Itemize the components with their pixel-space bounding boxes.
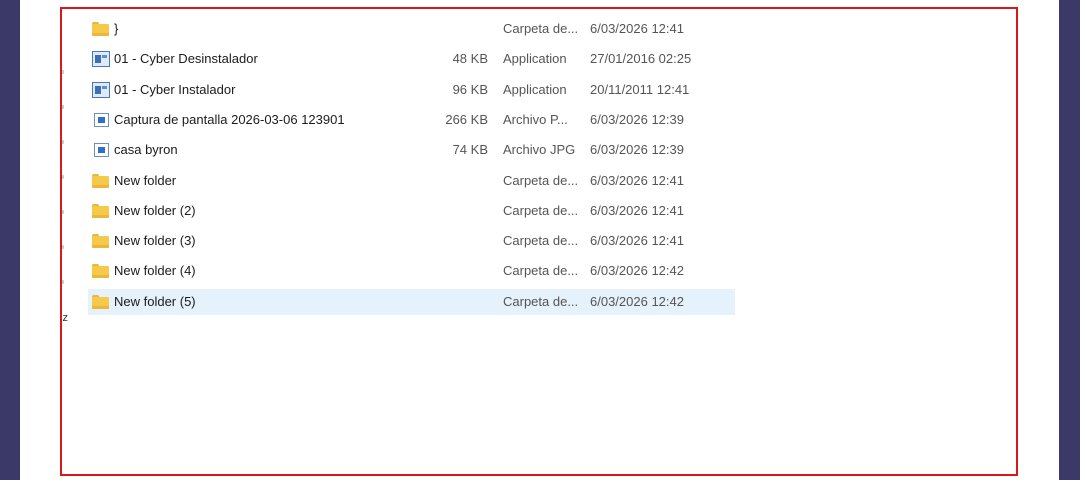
navigation-pane-edge — [20, 0, 62, 480]
left-frame-border — [0, 0, 20, 480]
right-frame-border — [1059, 0, 1080, 480]
highlight-annotation-box — [60, 7, 1018, 476]
